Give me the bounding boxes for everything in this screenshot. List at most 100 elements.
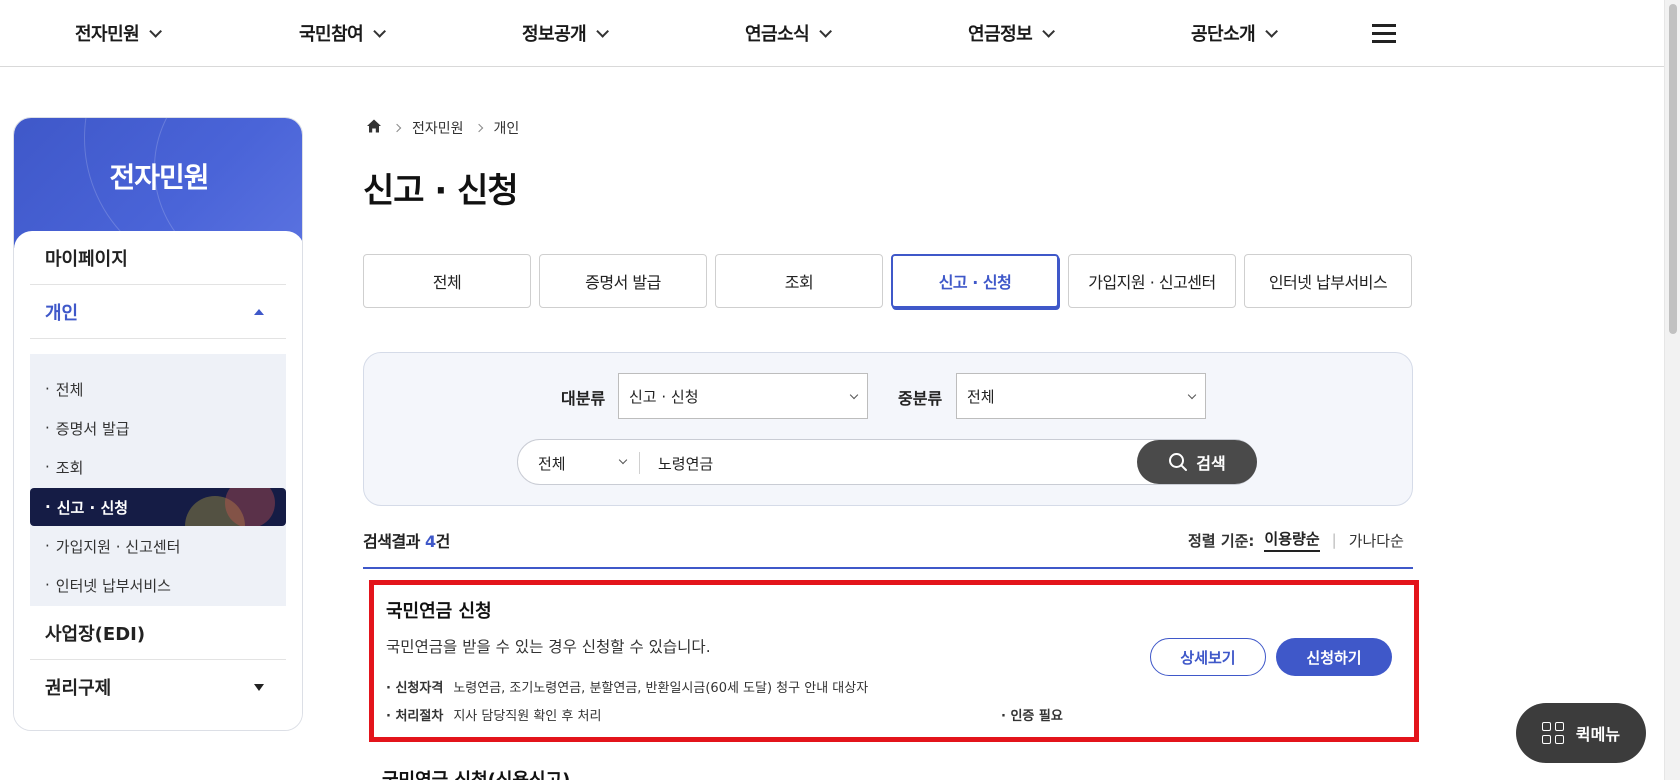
quick-menu-button[interactable]: 퀵메뉴	[1516, 703, 1646, 763]
sidebar-header: 전자민원	[14, 118, 302, 278]
sidebar-item-personal[interactable]: 개인	[30, 285, 286, 339]
sort-separator: |	[1331, 531, 1337, 549]
minor-category-label: 중분류	[898, 389, 943, 408]
sidebar-subitem-internet-payment[interactable]: · 인터넷 납부서비스	[30, 566, 286, 604]
sidebar-subitem-all[interactable]: · 전체	[30, 370, 286, 408]
result-count: 검색결과 4건	[363, 528, 450, 552]
page-title: 신고 · 신청	[363, 171, 519, 211]
search-icon	[1169, 453, 1188, 471]
sort-label: 정렬 기준:	[1188, 531, 1255, 550]
tab-support-center[interactable]: 가입지원 · 신고센터	[1068, 254, 1236, 308]
sidebar-subitem-label: 가입지원 · 신고센터	[55, 537, 181, 556]
sort-option-popularity[interactable]: 이용량순	[1264, 528, 1320, 552]
minor-category-select[interactable]: 전체	[956, 373, 1206, 419]
tab-certificate[interactable]: 증명서 발급	[539, 254, 707, 308]
process-value: 지사 담당직원 확인 후 처리	[453, 709, 602, 724]
sidebar-subitem-label: 조회	[55, 458, 84, 477]
hamburger-icon[interactable]	[1372, 23, 1396, 43]
nav-item-participation[interactable]: 국민참여	[299, 20, 387, 46]
nav-item-label: 정보공개	[522, 24, 587, 45]
breadcrumb-item[interactable]: 전자민원	[412, 118, 464, 138]
result-card: 국민연금 신청 국민연금을 받을 수 있는 경우 신청할 수 있습니다. · 신…	[369, 580, 1419, 742]
auth-label-text: 인증 필요	[1010, 709, 1063, 724]
nav-item-label: 국민참여	[299, 24, 364, 45]
search-input[interactable]	[658, 448, 1098, 478]
search-button-label: 검색	[1196, 454, 1226, 473]
sidebar-item-business-edi[interactable]: 사업장(EDI)	[30, 606, 286, 660]
nav-item-about[interactable]: 공단소개	[1191, 20, 1279, 46]
tab-all[interactable]: 전체	[363, 254, 531, 308]
chevron-down-icon	[1265, 24, 1279, 38]
nav-item-e-civil[interactable]: 전자민원	[75, 20, 163, 46]
result-title[interactable]: 국민연금 신청(신용신고)	[382, 766, 570, 780]
result-title[interactable]: 국민연금 신청	[386, 597, 492, 623]
top-navigation: 전자민원 국민참여 정보공개 연금소식 연금정보 공단소개	[0, 0, 1664, 67]
nav-item-pension-news[interactable]: 연금소식	[745, 20, 833, 46]
search-button[interactable]: 검색	[1137, 440, 1257, 484]
search-scope-select[interactable]: 전체	[538, 453, 566, 474]
quick-menu-label: 퀵메뉴	[1575, 725, 1621, 744]
scrollbar-thumb[interactable]	[1669, 4, 1677, 334]
sidebar-subitem-support-center[interactable]: · 가입지원 · 신고센터	[30, 527, 286, 565]
nav-item-pension-info[interactable]: 연금정보	[968, 20, 1056, 46]
nav-item-label: 연금정보	[968, 24, 1033, 45]
chevron-down-icon	[149, 24, 163, 38]
sidebar-item-mypage[interactable]: 마이페이지	[30, 231, 286, 285]
auth-required: · 인증 필요	[1001, 705, 1073, 724]
eligibility-value: 노령연금, 조기노령연금, 분할연금, 반환일시금(60세 도달) 청구 안내 …	[453, 681, 869, 696]
chevron-right-icon	[474, 123, 483, 133]
sidebar-item-label: 마이페이지	[45, 248, 128, 270]
result-count-suffix: 건	[435, 532, 451, 551]
eligibility-label: · 신청자격	[386, 681, 444, 696]
chevron-right-icon	[392, 123, 402, 133]
sort-option-alphabetical[interactable]: 가나다순	[1349, 530, 1404, 551]
bullet: ·	[45, 419, 50, 437]
apply-button[interactable]: 신청하기	[1276, 638, 1392, 676]
sidebar-item-label: 개인	[45, 302, 79, 324]
details-button[interactable]: 상세보기	[1150, 638, 1266, 676]
bullet: ·	[45, 537, 50, 555]
sidebar-item-label: 권리구제	[45, 678, 112, 699]
page-scrollbar[interactable]	[1664, 0, 1680, 780]
chevron-down-icon	[1042, 24, 1056, 38]
breadcrumb: 전자민원 개인	[366, 118, 519, 138]
tab-report-apply[interactable]: 신고 · 신청	[891, 254, 1059, 308]
grid-icon	[1541, 722, 1564, 744]
nav-item-info-disclosure[interactable]: 정보공개	[522, 20, 610, 46]
nav-item-label: 연금소식	[745, 24, 810, 45]
eligibility-label-text: 신청자격	[395, 681, 444, 696]
sidebar-subitem-certificate[interactable]: · 증명서 발급	[30, 409, 286, 447]
tab-inquiry[interactable]: 조회	[715, 254, 883, 308]
major-category-label: 대분류	[561, 389, 606, 408]
process-label: · 처리절차	[386, 709, 444, 724]
bullet: ·	[45, 576, 50, 594]
chevron-down-icon	[1187, 390, 1197, 400]
sidebar-subitem-report-apply[interactable]: · 신고 · 신청	[30, 488, 286, 526]
tab-internet-payment[interactable]: 인터넷 납부서비스	[1244, 254, 1412, 308]
sidebar-subitem-inquiry[interactable]: · 조회	[30, 448, 286, 486]
sidebar-title: 전자민원	[109, 161, 209, 194]
chevron-down-icon	[849, 390, 859, 400]
process-label-text: 처리절차	[395, 709, 444, 724]
breadcrumb-item[interactable]: 개인	[494, 118, 520, 138]
select-value: 전체	[967, 387, 995, 406]
auth-label: · 인증 필요	[1001, 709, 1063, 724]
nav-item-label: 전자민원	[75, 24, 140, 45]
divider	[363, 567, 1413, 569]
chevron-down-icon	[618, 455, 628, 465]
sidebar-item-rights-relief[interactable]: 권리구제	[30, 660, 286, 714]
home-icon[interactable]	[366, 118, 382, 138]
sidebar-subitem-label: 전체	[55, 380, 84, 399]
sidebar-subitem-label: 인터넷 납부서비스	[55, 576, 171, 595]
bullet: ·	[45, 498, 51, 516]
chevron-down-icon	[373, 24, 387, 38]
result-count-number: 4	[424, 532, 436, 551]
major-category-select[interactable]: 신고 · 신청	[618, 373, 868, 419]
bullet: ·	[45, 380, 50, 398]
sidebar-item-label: 사업장(EDI)	[45, 623, 146, 645]
chevron-down-icon	[596, 24, 610, 38]
active-decoration	[225, 488, 275, 526]
sort-control: 정렬 기준: 이용량순 | 가나다순	[1188, 528, 1404, 552]
select-value: 신고 · 신청	[629, 387, 699, 406]
eligibility-row: · 신청자격 노령연금, 조기노령연금, 분할연금, 반환일시금(60세 도달)…	[386, 677, 868, 696]
